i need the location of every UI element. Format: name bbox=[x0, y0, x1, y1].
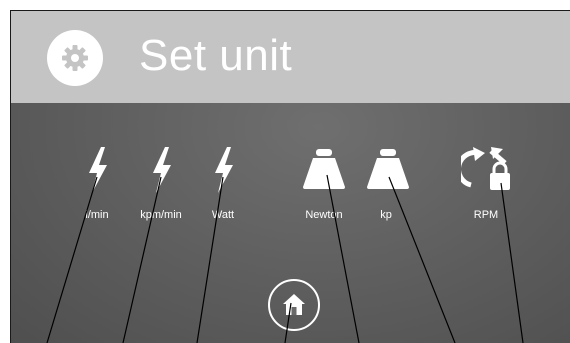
callout-lines bbox=[46, 174, 524, 343]
device-screen: Set unit l/min kpm/min Watt Newton kp RP… bbox=[10, 10, 570, 343]
